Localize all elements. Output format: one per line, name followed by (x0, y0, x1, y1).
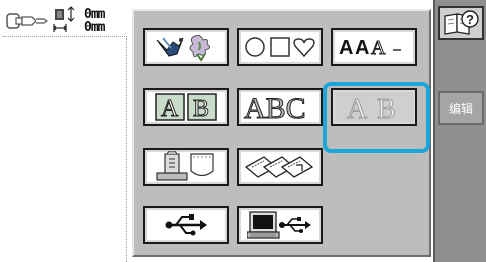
presser-foot-icon (6, 13, 48, 29)
decorative-patterns-button[interactable] (143, 28, 229, 66)
usb-media-button[interactable] (143, 206, 229, 244)
width-value: 0mm (84, 20, 106, 35)
svg-text:ABC: ABC (244, 92, 306, 122)
preview-border (126, 38, 127, 262)
help-book-icon: ? (444, 10, 479, 35)
computer-usb-button[interactable] (237, 206, 323, 244)
help-button[interactable]: ? (438, 6, 484, 40)
svg-text:B: B (193, 96, 209, 122)
machine-memory-button[interactable] (143, 148, 229, 186)
framed-monogram-icon: A B (155, 93, 217, 122)
bird-and-flower-icon (156, 35, 211, 62)
embroidery-cards-icon (244, 156, 314, 178)
svg-text:A: A (371, 37, 386, 59)
character-stitch-icon: ABC (244, 92, 307, 122)
size-dimensions-icon (53, 6, 75, 32)
frame-shapes-button[interactable] (237, 28, 323, 66)
right-sidebar: ? 编辑 (433, 0, 486, 262)
alphabet-fonts-icon: A A A (339, 37, 401, 60)
framed-monogram-button[interactable]: A B (143, 88, 229, 126)
circle-square-heart-icon (245, 37, 315, 58)
svg-text:A: A (339, 37, 353, 59)
character-stitch-button[interactable]: ABC (237, 88, 323, 126)
embroidery-cards-button[interactable] (237, 148, 323, 186)
machine-and-pocket-icon (156, 151, 214, 181)
pattern-category-panel: A A A A B ABC A B (132, 9, 431, 257)
alphabet-fonts-button[interactable]: A A A (331, 28, 417, 66)
edit-button[interactable]: 编辑 (438, 91, 484, 125)
svg-text:?: ? (466, 12, 474, 27)
usb-icon (165, 214, 207, 236)
svg-text:A: A (161, 96, 179, 122)
computer-usb-icon (247, 211, 311, 239)
preview-area: 0mm 0mm (0, 0, 127, 262)
svg-text:A: A (355, 37, 369, 59)
preview-divider (3, 36, 127, 37)
selected-highlight (323, 82, 430, 153)
